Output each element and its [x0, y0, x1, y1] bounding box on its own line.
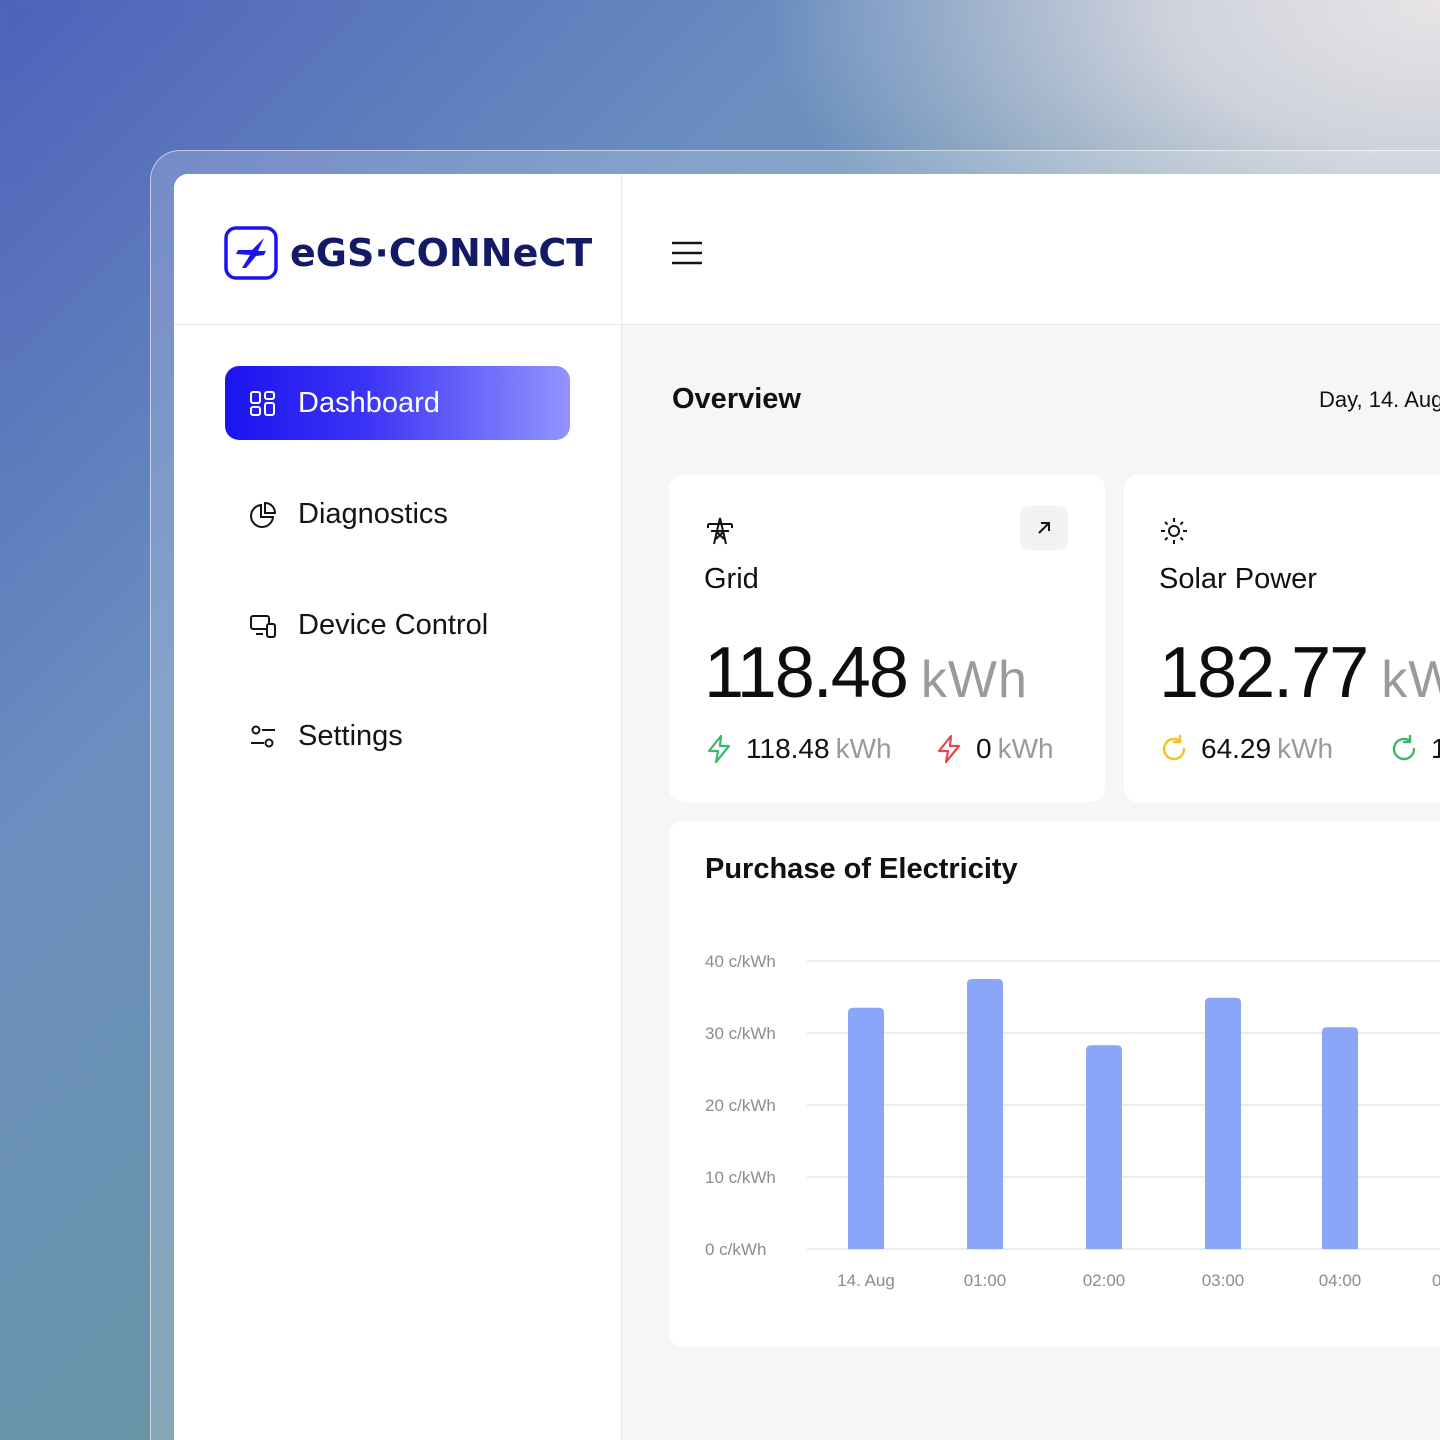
- x-tick-label: 04:00: [1319, 1271, 1362, 1290]
- lightning-icon: [937, 734, 961, 764]
- self-consumption-value: 64.29 kWh: [1159, 731, 1333, 767]
- total-value: 118.48 kWh: [704, 632, 1028, 714]
- brand-name: eGS·CONNeCT: [290, 231, 593, 275]
- chart-bar[interactable]: [848, 1007, 884, 1249]
- lightning-icon: [707, 734, 731, 764]
- main-content: Overview Day, 14. Aug Grid 118.48 kWh 11…: [622, 325, 1440, 1440]
- chart-bar[interactable]: [1322, 1027, 1358, 1249]
- total-unit: kWh: [1381, 651, 1440, 709]
- top-bar: [622, 174, 1440, 325]
- import-value: 118.48 kWh: [704, 731, 892, 767]
- arrow-up-right-icon: [1038, 522, 1050, 534]
- total-value: 182.77kWh: [1159, 632, 1440, 714]
- sun-icon: [1161, 518, 1187, 544]
- y-tick-label: 30 c/kWh: [705, 1024, 776, 1043]
- sidebar-item-label: Settings: [298, 720, 403, 752]
- x-tick-label: 03:00: [1202, 1271, 1245, 1290]
- pie-chart-icon: [250, 501, 277, 528]
- brand-header: eGS·CONNeCT: [174, 174, 622, 325]
- chart-bar[interactable]: [1086, 1045, 1122, 1249]
- sidebar-item-device-control[interactable]: Device Control: [225, 588, 570, 662]
- sidebar: eGS·CONNeCT Dashboard Diagnostics Device…: [174, 174, 622, 1440]
- sidebar-item-label: Dashboard: [298, 387, 440, 419]
- feed-in-value: 1: [1389, 731, 1440, 767]
- x-tick-label: 0: [1432, 1271, 1440, 1290]
- sliders-icon: [251, 725, 275, 748]
- refresh-icon: [1392, 734, 1416, 761]
- y-tick-label: 40 c/kWh: [705, 952, 776, 971]
- open-details-button[interactable]: [1020, 506, 1068, 550]
- total-unit: kWh: [920, 651, 1028, 709]
- sidebar-nav: Dashboard Diagnostics Device Control Set…: [225, 366, 570, 810]
- sidebar-item-label: Diagnostics: [298, 498, 448, 530]
- x-tick-label: 14. Aug: [837, 1271, 895, 1290]
- app-window: eGS·CONNeCT Dashboard Diagnostics Device…: [174, 174, 1440, 1440]
- y-tick-label: 10 c/kWh: [705, 1168, 776, 1187]
- solar-card: Solar Power 182.77kWh 64.29kWh: [1124, 475, 1440, 802]
- total-number: 182.77: [1159, 633, 1369, 713]
- brand-logo-icon: [224, 226, 278, 280]
- x-tick-label: 02:00: [1083, 1271, 1126, 1290]
- chart-bar[interactable]: [1205, 997, 1241, 1249]
- devices-icon: [250, 615, 276, 638]
- export-value: 0 kWh: [934, 731, 1054, 767]
- y-tick-label: 0 c/kWh: [705, 1240, 766, 1259]
- sidebar-item-diagnostics[interactable]: Diagnostics: [225, 477, 570, 551]
- card-title: Solar Power: [1159, 563, 1317, 595]
- x-tick-label: 01:00: [964, 1271, 1007, 1290]
- sidebar-item-dashboard[interactable]: Dashboard: [225, 366, 570, 440]
- chart-bar[interactable]: [967, 979, 1003, 1249]
- page-title: Overview: [672, 383, 801, 415]
- total-number: 118.48: [704, 633, 909, 713]
- hamburger-menu-icon[interactable]: [670, 238, 704, 268]
- purchase-bar-chart: 40 c/kWh 30 c/kWh 20 c/kWh 10 c/kWh 0 c/kWh 1…: [705, 952, 1440, 1290]
- card-title: Grid: [704, 563, 759, 595]
- grid-card: Grid 118.48 kWh 118.48 kWh 0 kWh: [669, 475, 1105, 802]
- sidebar-item-label: Device Control: [298, 609, 489, 641]
- y-tick-label: 20 c/kWh: [705, 1096, 776, 1115]
- power-tower-icon: [707, 517, 733, 545]
- sidebar-item-settings[interactable]: Settings: [225, 699, 570, 773]
- refresh-icon: [1162, 734, 1186, 761]
- date-selector[interactable]: Day, 14. Aug: [1319, 387, 1440, 413]
- grid-icon: [250, 391, 275, 416]
- purchase-chart-card: Purchase of Electricity 40 c/kWh 30 c/kWh…: [669, 821, 1440, 1347]
